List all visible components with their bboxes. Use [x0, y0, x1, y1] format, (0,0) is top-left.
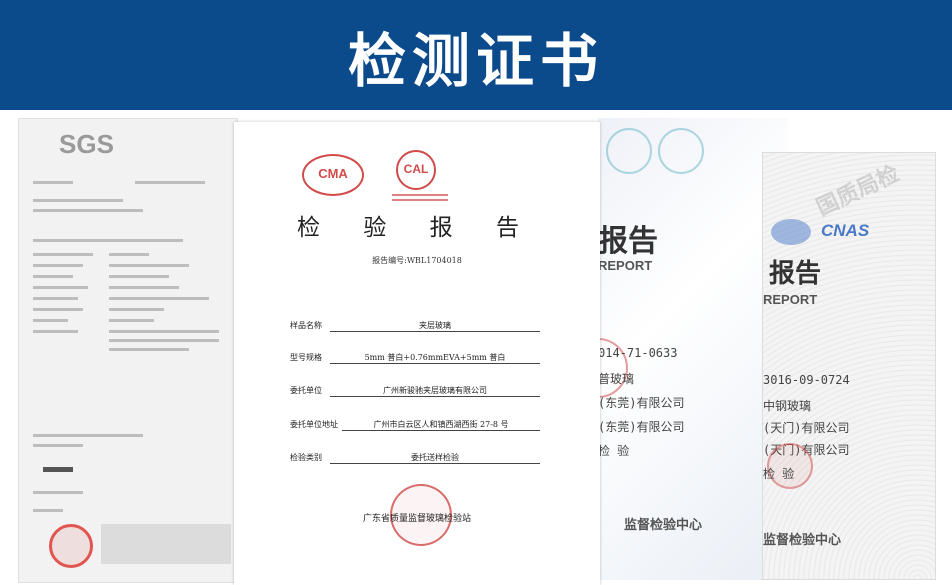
- text-line: [109, 297, 209, 300]
- text-line: [33, 330, 78, 333]
- field-value: 广州新骏驰夹层玻璃有限公司: [330, 385, 540, 397]
- text-line: [33, 181, 73, 184]
- field-value: 5mm 普白+0.76mmEVA+5mm 普白: [330, 352, 540, 364]
- text-line: [33, 308, 83, 311]
- red-seal-icon: [49, 524, 93, 568]
- field-label: 委托单位地址: [290, 420, 338, 429]
- report-title: 检 验 报 告: [297, 215, 537, 241]
- test-type: 检 验: [763, 467, 795, 481]
- field-value: 委托送样检验: [330, 452, 540, 464]
- field-model-spec: 型号规格 5mm 普白+0.76mmEVA+5mm 普白: [290, 352, 540, 366]
- cyan-seal-icon: [606, 128, 652, 174]
- field-label: 样品名称: [290, 321, 322, 330]
- text-line: [109, 348, 189, 351]
- cal-seal-icon: CAL: [396, 150, 436, 190]
- text-line: [33, 286, 88, 289]
- report-subheading: REPORT: [763, 292, 818, 307]
- report-heading: 报告: [598, 224, 658, 259]
- text-line: [33, 239, 183, 242]
- issuer-name: 广东省质量监督玻璃检验站: [362, 514, 471, 524]
- text-line: [109, 319, 154, 322]
- field-client-address: 委托单位地址 广州市白云区人和镇西湖西街 27-8 号: [290, 419, 540, 433]
- text-line: [33, 297, 78, 300]
- sample-name: 普玻璃: [598, 372, 635, 386]
- text-line: [109, 275, 169, 278]
- text-line: [33, 253, 93, 256]
- sgs-logo: SGS: [59, 129, 114, 159]
- text-line: [33, 434, 143, 437]
- cma-logo-text: CMA: [318, 166, 348, 181]
- field-value: 夹层玻璃: [330, 320, 540, 332]
- cma-seal-icon: CMA: [302, 154, 364, 196]
- header-banner: 检测证书: [0, 0, 952, 110]
- text-line: [109, 308, 164, 311]
- client: (天门)有限公司: [763, 421, 850, 435]
- manufacturer: (东莞)有限公司: [598, 420, 685, 434]
- field-label: 检验类别: [290, 453, 322, 462]
- field-test-type: 检验类别 委托送样检验: [290, 452, 540, 466]
- ilac-logo-icon: [771, 219, 811, 245]
- field-label: 委托单位: [290, 386, 322, 395]
- text-line: [109, 253, 149, 256]
- report-number: 014-71-0633: [598, 346, 678, 360]
- issuer: 监督检验中心: [763, 533, 842, 548]
- text-line: [109, 330, 219, 333]
- cal-caption-line: [392, 199, 448, 201]
- field-client: 委托单位 广州新骏驰夹层玻璃有限公司: [290, 385, 540, 399]
- report-number: 3016-09-0724: [763, 373, 850, 387]
- inspection-report[interactable]: CMA CAL 检 验 报 告 报告编号:WBL1704018 样品名称 夹层玻…: [234, 122, 600, 585]
- report-certificate-2[interactable]: 报告 REPORT 014-71-0633 普玻璃 (东莞)有限公司 (东莞)有…: [598, 118, 788, 580]
- text-line: [33, 491, 83, 494]
- test-type: 检 验: [598, 444, 630, 458]
- issuer: 监督检验中心: [624, 518, 703, 533]
- text-line: [135, 181, 205, 184]
- page-title: 检测证书: [347, 27, 604, 95]
- cyan-seal-icon: [658, 128, 704, 174]
- text-line: [109, 286, 179, 289]
- text-line: [109, 339, 219, 342]
- text-line: [33, 199, 123, 202]
- report-number: 报告编号:WBL1704018: [372, 256, 462, 265]
- sample-name: 中钢玻璃: [763, 399, 812, 413]
- cnas-certificate[interactable]: 国质局检 CNAS 报告 REPORT 3016-09-0724 中钢玻璃 (天…: [762, 152, 936, 580]
- sgs-certificate[interactable]: SGS: [18, 118, 238, 583]
- text-line: [33, 209, 143, 212]
- cal-caption-line: [392, 194, 448, 196]
- cal-logo-text: CAL: [403, 162, 429, 176]
- watermark: 国质局检: [812, 161, 904, 222]
- text-line: [109, 264, 189, 267]
- signature-mark: [43, 467, 73, 472]
- cnas-logo: CNAS: [821, 221, 870, 240]
- field-value: 广州市白云区人和镇西湖西街 27-8 号: [342, 419, 540, 431]
- text-line: [33, 264, 83, 267]
- fine-print-block: [101, 524, 231, 564]
- text-line: [33, 509, 63, 512]
- text-line: [33, 275, 73, 278]
- field-sample-name: 样品名称 夹层玻璃: [290, 320, 540, 334]
- text-line: [33, 444, 83, 447]
- text-line: [33, 319, 68, 322]
- client: (东莞)有限公司: [598, 396, 685, 410]
- report-subheading: REPORT: [598, 258, 653, 273]
- field-label: 型号规格: [290, 353, 322, 362]
- report-heading: 报告: [769, 259, 822, 289]
